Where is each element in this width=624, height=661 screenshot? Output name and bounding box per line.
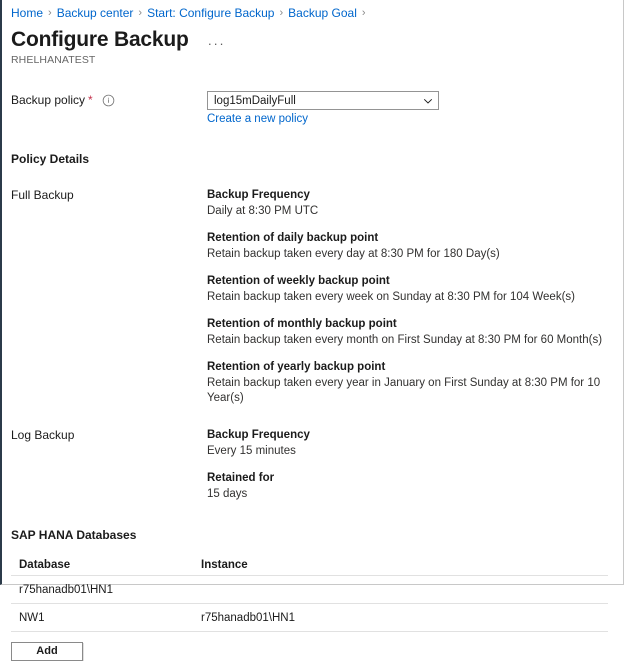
info-icon[interactable] bbox=[102, 94, 115, 107]
policy-detail-block: Retention of weekly backup point Retain … bbox=[207, 274, 613, 305]
table-header-row: Database Instance bbox=[11, 554, 608, 576]
sap-hana-databases-table: Database Instance r75hanadb01\HN1 NW1 r7… bbox=[11, 554, 608, 632]
policy-detail-title: Backup Frequency bbox=[207, 428, 613, 443]
chevron-down-icon bbox=[423, 96, 433, 106]
backup-policy-selected-value: log15mDailyFull bbox=[214, 95, 296, 107]
breadcrumb-separator: › bbox=[138, 7, 142, 19]
create-new-policy-link[interactable]: Create a new policy bbox=[207, 113, 308, 125]
policy-detail-block: Retention of monthly backup point Retain… bbox=[207, 317, 613, 348]
policy-detail-title: Retention of yearly backup point bbox=[207, 360, 613, 375]
policy-detail-blocks: Backup Frequency Every 15 minutes Retain… bbox=[207, 428, 613, 502]
policy-detail-text: Daily at 8:30 PM UTC bbox=[207, 204, 613, 219]
column-header-instance: Instance bbox=[193, 559, 608, 571]
policy-detail-text: 15 days bbox=[207, 487, 613, 502]
backup-policy-label-group: Backup policy * bbox=[11, 91, 207, 107]
policy-detail-title: Retained for bbox=[207, 471, 613, 486]
policy-detail-title: Retention of weekly backup point bbox=[207, 274, 613, 289]
policy-detail-text: Retain backup taken every month on First… bbox=[207, 333, 613, 348]
policy-details-heading: Policy Details bbox=[11, 152, 613, 166]
policy-detail-key: Log Backup bbox=[11, 428, 207, 443]
column-header-database: Database bbox=[11, 559, 193, 571]
breadcrumb-separator: › bbox=[48, 7, 52, 19]
breadcrumb: Home › Backup center › Start: Configure … bbox=[11, 4, 613, 21]
breadcrumb-separator: › bbox=[362, 7, 366, 19]
breadcrumb-item-backup-center[interactable]: Backup center bbox=[57, 6, 134, 20]
breadcrumb-separator: › bbox=[279, 7, 283, 19]
cell-database: r75hanadb01\HN1 bbox=[11, 584, 193, 596]
sap-hana-databases-heading: SAP HANA Databases bbox=[11, 528, 613, 542]
table-row[interactable]: NW1 r75hanadb01\HN1 bbox=[11, 604, 608, 632]
policy-detail-text: Retain backup taken every day at 8:30 PM… bbox=[207, 247, 613, 262]
policy-detail-text: Every 15 minutes bbox=[207, 444, 613, 459]
policy-detail-key: Full Backup bbox=[11, 188, 207, 203]
cell-database: NW1 bbox=[11, 612, 193, 624]
policy-detail-block: Backup Frequency Every 15 minutes bbox=[207, 428, 613, 459]
backup-policy-field: log15mDailyFull Create a new policy bbox=[207, 91, 439, 125]
backup-policy-label: Backup policy bbox=[11, 93, 85, 107]
breadcrumb-item-home[interactable]: Home bbox=[11, 6, 43, 20]
breadcrumb-item-start-configure-backup[interactable]: Start: Configure Backup bbox=[147, 6, 274, 20]
policy-detail-row-log-backup: Log Backup Backup Frequency Every 15 min… bbox=[11, 428, 613, 502]
page-title: Configure Backup bbox=[11, 28, 189, 52]
backup-policy-row: Backup policy * log15mDailyFull bbox=[11, 91, 613, 125]
policy-detail-title: Backup Frequency bbox=[207, 188, 613, 203]
policy-detail-text: Retain backup taken every year in Januar… bbox=[207, 376, 613, 406]
policy-detail-block: Retention of yearly backup point Retain … bbox=[207, 360, 613, 406]
required-marker: * bbox=[88, 94, 93, 106]
backup-policy-select[interactable]: log15mDailyFull bbox=[207, 91, 439, 110]
policy-detail-row-full-backup: Full Backup Backup Frequency Daily at 8:… bbox=[11, 188, 613, 406]
configure-backup-page: Home › Backup center › Start: Configure … bbox=[0, 0, 624, 585]
policy-detail-title: Retention of monthly backup point bbox=[207, 317, 613, 332]
policy-detail-text: Retain backup taken every week on Sunday… bbox=[207, 290, 613, 305]
more-options-icon[interactable]: ··· bbox=[205, 34, 229, 53]
add-button[interactable]: Add bbox=[11, 642, 83, 661]
add-button-wrap: Add bbox=[11, 642, 613, 661]
policy-detail-title: Retention of daily backup point bbox=[207, 231, 613, 246]
page-subtitle: RHELHANATEST bbox=[11, 54, 613, 66]
table-row[interactable]: r75hanadb01\HN1 bbox=[11, 576, 608, 604]
breadcrumb-item-backup-goal[interactable]: Backup Goal bbox=[288, 6, 357, 20]
cell-instance: r75hanadb01\HN1 bbox=[193, 612, 608, 624]
policy-detail-block: Backup Frequency Daily at 8:30 PM UTC bbox=[207, 188, 613, 219]
policy-detail-block: Retention of daily backup point Retain b… bbox=[207, 231, 613, 262]
policy-detail-blocks: Backup Frequency Daily at 8:30 PM UTC Re… bbox=[207, 188, 613, 406]
policy-detail-block: Retained for 15 days bbox=[207, 471, 613, 502]
page-header: Configure Backup ··· bbox=[11, 28, 613, 52]
